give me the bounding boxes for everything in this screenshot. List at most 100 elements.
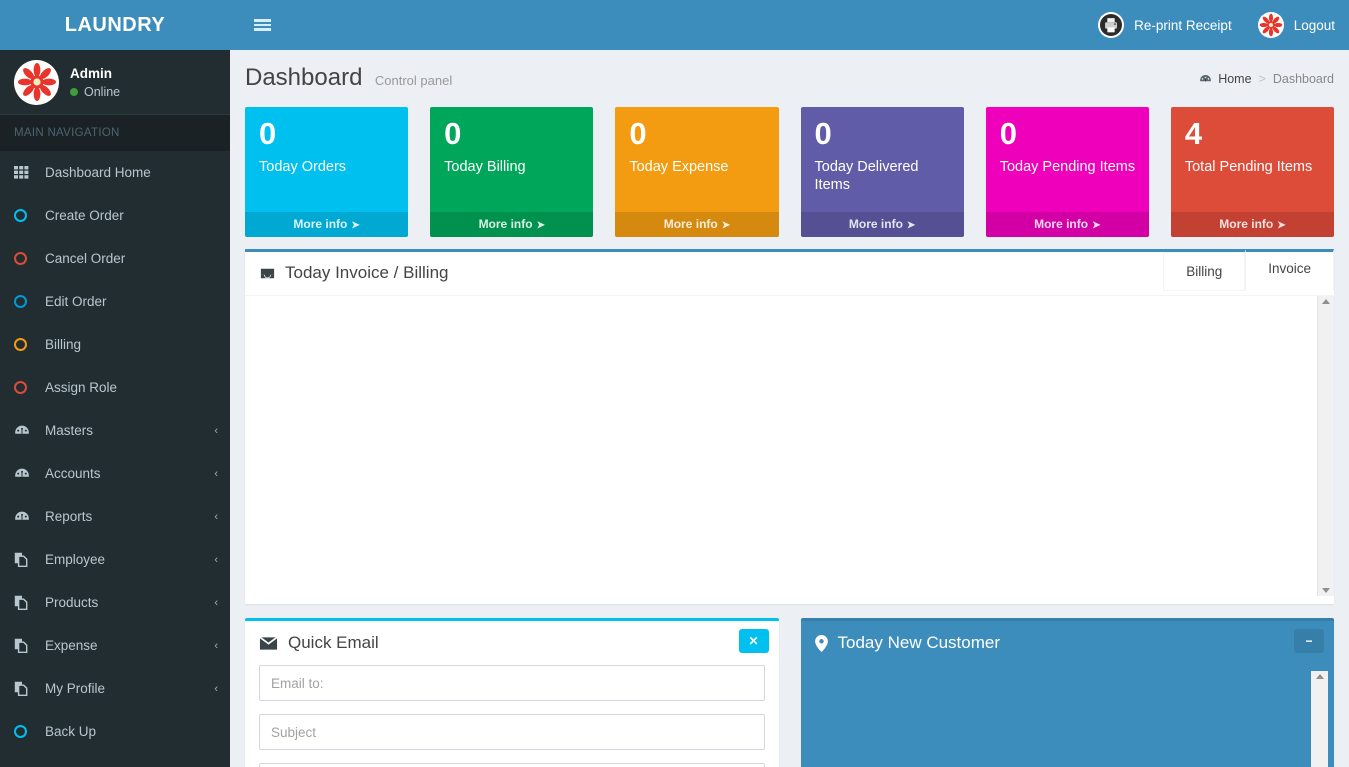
user-status-label: Online: [84, 84, 121, 99]
arrow-circle-right-icon: ➤: [721, 220, 731, 231]
new-customer-collapse-button[interactable]: −: [1294, 629, 1324, 653]
info-box-label: Today Delivered Items: [814, 158, 919, 194]
sidebar-item-label: Edit Order: [45, 294, 107, 309]
sidebar-item-label: Billing: [45, 337, 82, 352]
info-box-more-info-link[interactable]: More info ➤: [430, 212, 594, 237]
sidebar-item-dashboard-home[interactable]: Dashboard Home: [0, 151, 230, 194]
sidebar-item-expense[interactable]: Expense ‹: [0, 624, 230, 667]
arrow-circle-right-icon: ➤: [1277, 220, 1286, 231]
chevron-left-icon: ‹: [214, 424, 218, 437]
circle-o-icon: [14, 338, 27, 351]
tab-invoice[interactable]: Invoice: [1245, 249, 1334, 291]
info-box-total-pending-items[interactable]: 4 Total Pending Items More info ➤: [1170, 107, 1335, 237]
hamburger-icon[interactable]: [242, 0, 282, 50]
info-box-today-pending-items[interactable]: 0 Today Pending Items More info ➤: [985, 107, 1149, 237]
sidebar-item-icon: [14, 725, 36, 738]
map-marker-icon: [814, 634, 828, 652]
more-info-label: More info: [293, 217, 348, 231]
quick-email-close-button[interactable]: ✕: [738, 629, 769, 653]
reprint-receipt-button[interactable]: Re-print Receipt: [1098, 12, 1232, 38]
sidebar-item-icon: [14, 338, 36, 351]
logout-button[interactable]: Logout: [1257, 12, 1335, 38]
invoice-scrollbar[interactable]: [1317, 296, 1334, 596]
info-box-more-info-link[interactable]: More info ➤: [1170, 212, 1335, 237]
bottom-panels-row: Quick Email ✕ Today New Customer: [230, 604, 1349, 767]
tab-billing[interactable]: Billing: [1163, 252, 1246, 291]
info-box-value: 0: [814, 116, 832, 151]
sidebar-item-icon: [14, 381, 36, 394]
breadcrumb-home[interactable]: Home: [1199, 72, 1252, 86]
sidebar-item-icon: [14, 552, 36, 567]
brand-logo-bar[interactable]: LAUNDRY: [0, 0, 230, 50]
info-box-body: 0 Today Pending Items: [986, 107, 1149, 212]
dashboard-gauge-icon: [15, 468, 29, 477]
email-to-input[interactable]: [259, 665, 765, 701]
sidebar-item-label: Create Order: [45, 208, 124, 223]
info-box-label: Today Pending Items: [999, 158, 1136, 175]
sidebar-item-icon: [14, 638, 36, 653]
info-box-more-info-link[interactable]: More info ➤: [800, 212, 964, 237]
files-copy-icon: [14, 638, 28, 653]
scroll-up-arrow-icon[interactable]: [1322, 299, 1330, 304]
printer-icon: [1098, 12, 1125, 38]
dashboard-gauge-icon: [1200, 74, 1212, 82]
sidebar-item-label: Reports: [45, 509, 93, 524]
sidebar-item-reports[interactable]: Reports ‹: [0, 495, 230, 538]
new-customer-scrollbar[interactable]: [1311, 671, 1328, 767]
sidebar-item-cancel-order[interactable]: Cancel Order: [0, 237, 230, 280]
sidebar-item-label: Accounts: [45, 466, 101, 481]
page-subtitle: Control panel: [374, 73, 453, 88]
info-boxes-row: 0 Today Orders More info ➤ 0 Today Billing Mor…: [230, 97, 1349, 237]
sidebar-item-label: Products: [45, 595, 99, 610]
navbar-actions: Re-print Receipt Logout: [1098, 0, 1335, 50]
sidebar-item-create-order[interactable]: Create Order: [0, 194, 230, 237]
sidebar-item-label: Masters: [45, 423, 94, 438]
sidebar-item-edit-order[interactable]: Edit Order: [0, 280, 230, 323]
sidebar-item-icon: [14, 681, 36, 696]
files-copy-icon: [14, 681, 28, 696]
info-box-today-orders[interactable]: 0 Today Orders More info ➤: [245, 107, 409, 237]
page-title: Dashboard: [245, 64, 363, 91]
info-box-today-expense[interactable]: 0 Today Expense More info ➤: [615, 107, 779, 237]
sidebar-item-icon: [14, 424, 36, 438]
chevron-left-icon: ‹: [214, 553, 218, 566]
scroll-up-arrow-icon[interactable]: [1315, 674, 1324, 679]
info-box-value: 0: [444, 116, 462, 151]
scroll-down-arrow-icon[interactable]: [1322, 588, 1330, 593]
subject-input[interactable]: [259, 714, 765, 750]
info-box-more-info-link[interactable]: More info ➤: [615, 212, 779, 237]
sidebar-item-accounts[interactable]: Accounts ‹: [0, 452, 230, 495]
sidebar-item-billing[interactable]: Billing: [0, 323, 230, 366]
top-navbar: Re-print Receipt Logout: [230, 0, 1349, 50]
info-box-body: 4 Total Pending Items: [1171, 107, 1334, 212]
quick-email-panel: Quick Email ✕: [245, 618, 779, 767]
user-status: Online: [70, 85, 120, 99]
info-box-more-info-link[interactable]: More info ➤: [245, 212, 409, 237]
info-box-label: Today Billing: [444, 158, 526, 175]
sidebar-item-label: Employee: [45, 552, 106, 567]
sidebar-item-products[interactable]: Products ‹: [0, 581, 230, 624]
invoice-panel-title: Today Invoice / Billing: [259, 263, 448, 283]
content-area: Dashboard Control panel Home > Dashboard…: [230, 50, 1349, 767]
quick-email-header: Quick Email ✕: [245, 621, 779, 665]
sidebar-item-employee[interactable]: Employee ‹: [0, 538, 230, 581]
sidebar-item-icon: [14, 467, 36, 481]
info-box-body: 0 Today Expense: [615, 107, 778, 212]
info-box-label: Total Pending Items: [1184, 158, 1313, 175]
sidebar-item-back-up[interactable]: Back Up: [0, 710, 230, 753]
sidebar-item-assign-role[interactable]: Assign Role: [0, 366, 230, 409]
inbox-icon: [260, 268, 275, 278]
user-panel: Admin Online: [0, 50, 230, 115]
info-box-value: 0: [629, 116, 647, 151]
info-box-today-billing[interactable]: 0 Today Billing More info ➤: [430, 107, 594, 237]
sidebar-item-icon: [14, 166, 36, 179]
circle-o-icon: [14, 725, 27, 738]
new-customer-title: Today New Customer: [814, 633, 1000, 653]
files-copy-icon: [14, 552, 28, 567]
message-input[interactable]: [259, 763, 765, 767]
arrow-circle-right-icon: ➤: [536, 220, 545, 231]
sidebar-item-masters[interactable]: Masters ‹: [0, 409, 230, 452]
sidebar-item-my-profile[interactable]: My Profile ‹: [0, 667, 230, 710]
info-box-today-delivered-items[interactable]: 0 Today Delivered Items More info ➤: [800, 107, 964, 237]
info-box-more-info-link[interactable]: More info ➤: [985, 212, 1149, 237]
